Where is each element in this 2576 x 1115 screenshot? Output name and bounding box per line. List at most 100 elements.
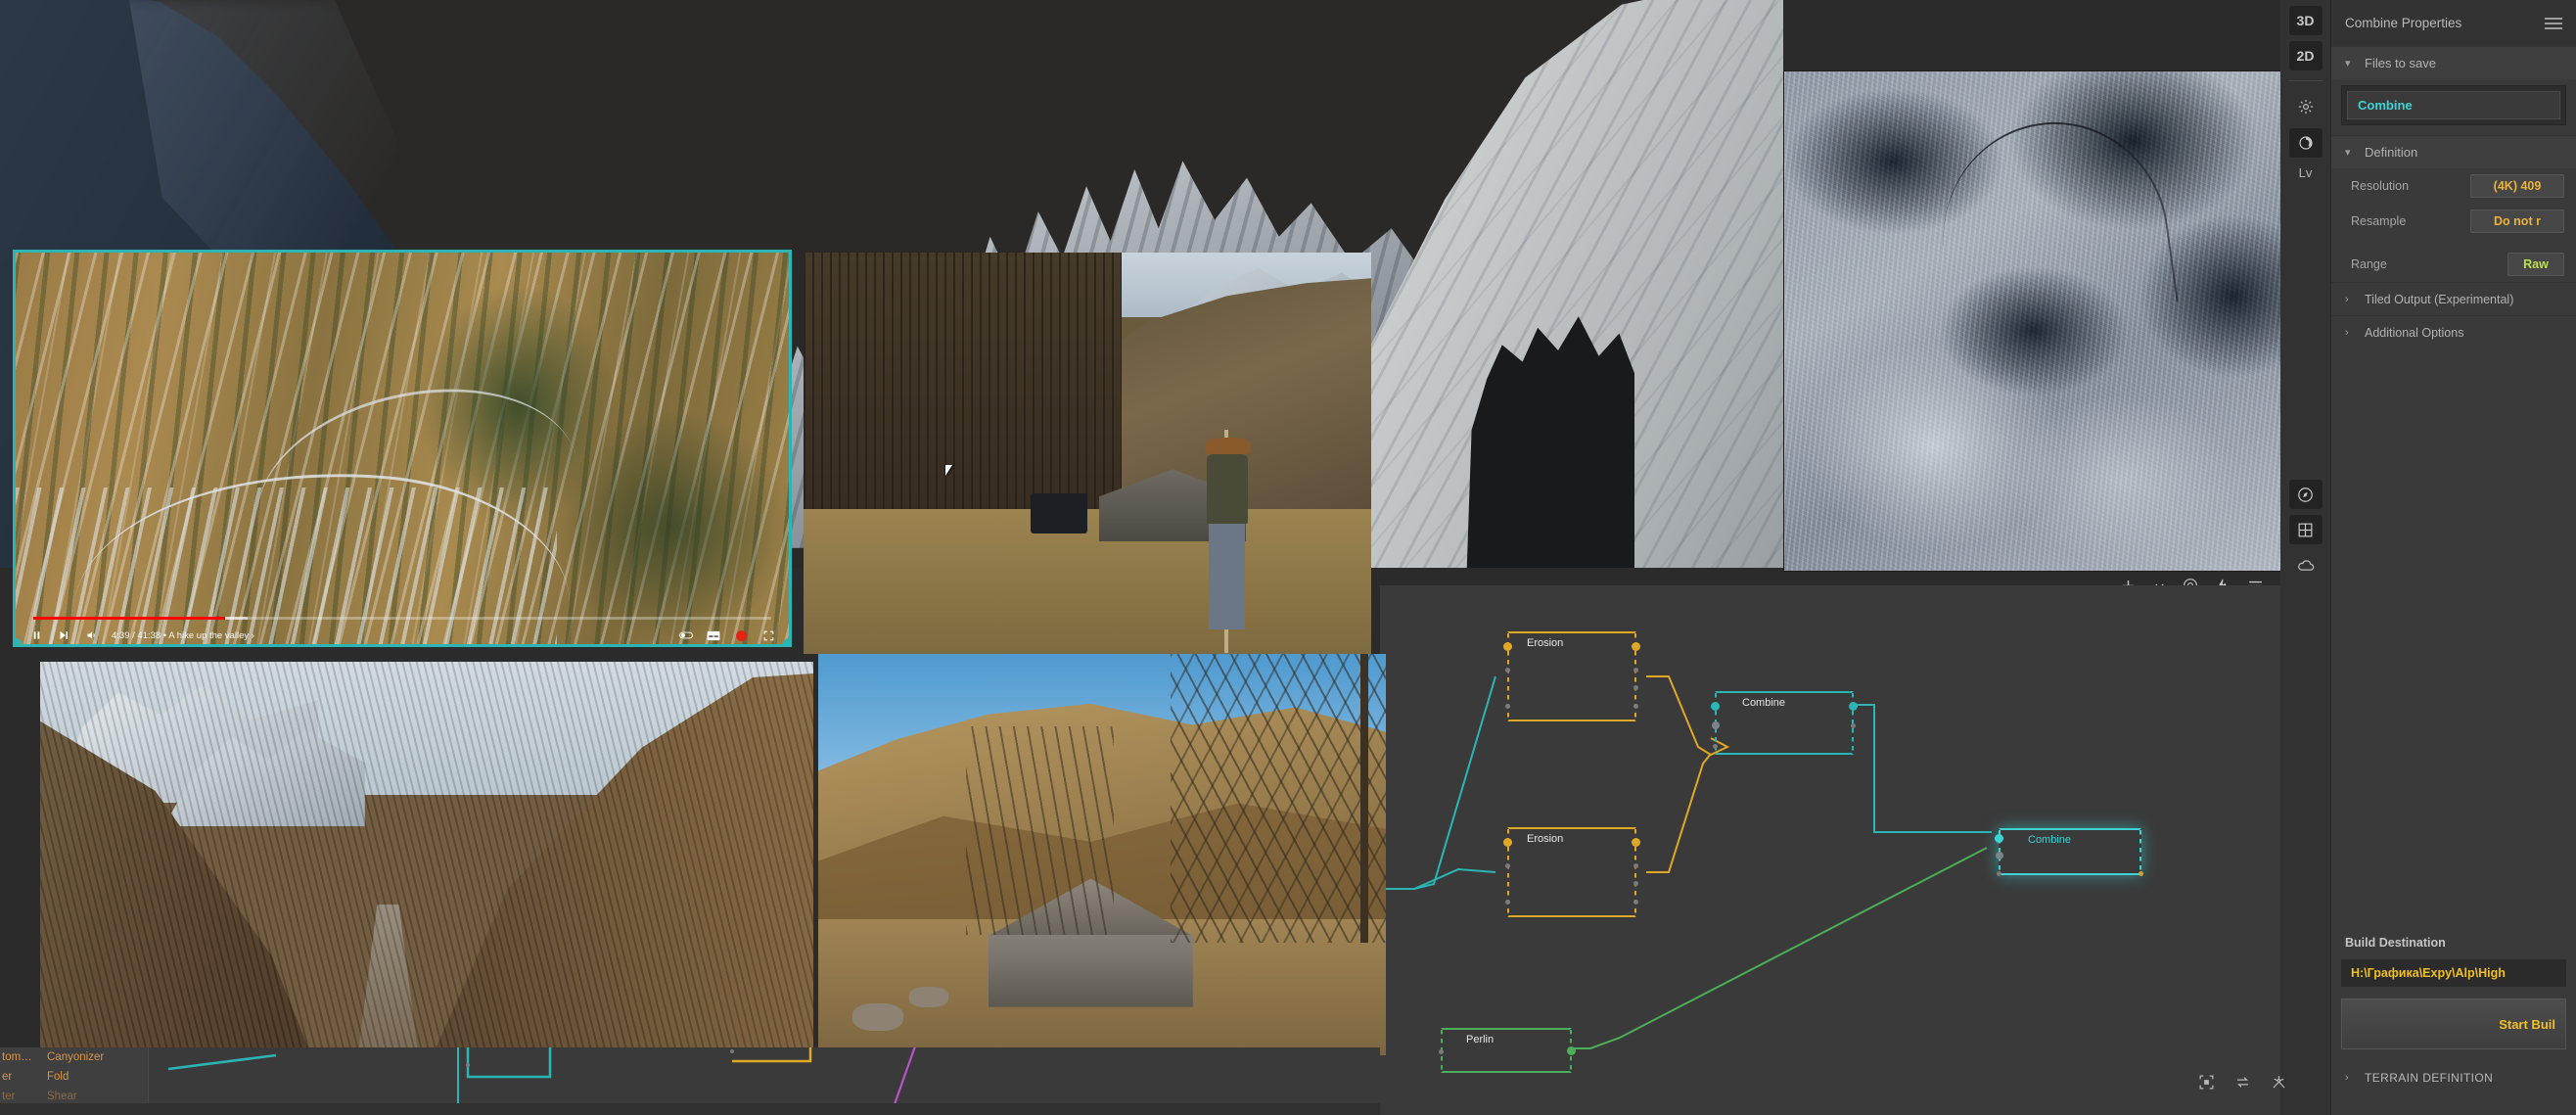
settings-icon[interactable] bbox=[734, 628, 748, 642]
node-output-port[interactable] bbox=[1632, 642, 1640, 651]
node-port-secondary[interactable] bbox=[1505, 863, 1510, 868]
node-port-secondary[interactable] bbox=[1633, 668, 1638, 673]
node-input-port[interactable] bbox=[1711, 702, 1720, 711]
node-output-port[interactable] bbox=[1632, 838, 1640, 847]
node-port-secondary[interactable] bbox=[1633, 685, 1638, 690]
node-label: Erosion bbox=[1527, 637, 1564, 649]
node-menu-right-label: Shear bbox=[47, 1091, 77, 1102]
section-definition[interactable]: ▾ Definition bbox=[2331, 135, 2576, 168]
grid-icon[interactable] bbox=[2288, 515, 2323, 544]
node-library-menu[interactable]: tom… Canyonizer er Fold ter Shear bbox=[0, 1047, 149, 1106]
bare-tree bbox=[1170, 654, 1386, 944]
video-valley-overview[interactable] bbox=[40, 662, 813, 1053]
next-icon[interactable] bbox=[57, 628, 70, 642]
node-input-port-secondary[interactable] bbox=[1712, 721, 1720, 729]
properties-header: Combine Properties bbox=[2331, 0, 2576, 46]
fit-to-view-icon[interactable] bbox=[2197, 1073, 2216, 1092]
bottom-node-strip: tom… Canyonizer er Fold ter Shear bbox=[0, 1047, 1380, 1115]
section-label: Definition bbox=[2365, 145, 2418, 160]
node-menu-left-label: er bbox=[2, 1071, 13, 1083]
start-build-button[interactable]: Start Buil bbox=[2341, 999, 2566, 1049]
mouse-cursor bbox=[945, 465, 956, 477]
node-port-secondary[interactable] bbox=[1439, 1049, 1444, 1054]
video-man-walking[interactable] bbox=[804, 253, 1371, 654]
resize-handle-bottom-right[interactable] bbox=[783, 638, 789, 644]
vegetation-patch bbox=[557, 409, 789, 644]
section-label: TERRAIN DEFINITION bbox=[2365, 1071, 2494, 1085]
subtitles-icon[interactable] bbox=[707, 628, 720, 642]
node-combine-selected[interactable]: Combine bbox=[1995, 828, 2143, 876]
node-output-port-secondary[interactable] bbox=[2139, 871, 2143, 876]
video-aerial-terrain[interactable]: 4:39 / 41:38 • A hike up the valley › bbox=[16, 253, 789, 644]
node-graph-canvas[interactable]: Erosion Erosion Combine Combine Perlin bbox=[1380, 585, 2280, 1115]
video-frame bbox=[16, 253, 789, 644]
section-additional-options[interactable]: › Additional Options bbox=[2331, 315, 2576, 348]
node-input-port[interactable] bbox=[1503, 642, 1512, 651]
build-destination-path[interactable]: H:\Графика\Expy\Alp\High bbox=[2341, 959, 2566, 987]
sun-icon[interactable] bbox=[2289, 91, 2323, 122]
fullscreen-icon[interactable] bbox=[761, 628, 775, 642]
file-item-combine[interactable]: Combine bbox=[2347, 91, 2560, 119]
video-stone-house[interactable] bbox=[818, 654, 1386, 1055]
node-output-port[interactable] bbox=[1849, 702, 1858, 711]
node-output-port[interactable] bbox=[1567, 1046, 1576, 1055]
progress-buffered bbox=[225, 617, 248, 620]
parked-vehicle bbox=[1031, 493, 1087, 534]
node-port-secondary[interactable] bbox=[1713, 744, 1718, 749]
section-tiled-output[interactable]: › Tiled Output (Experimental) bbox=[2331, 282, 2576, 315]
pause-icon[interactable] bbox=[29, 628, 43, 642]
align-nodes-icon[interactable] bbox=[2270, 1073, 2288, 1092]
section-files-to-save[interactable]: ▾ Files to save bbox=[2331, 46, 2576, 79]
swap-icon[interactable] bbox=[2233, 1073, 2252, 1092]
section-terrain-definition[interactable]: › TERRAIN DEFINITION bbox=[2331, 1061, 2576, 1094]
node-menu-left-label: tom… bbox=[2, 1051, 32, 1063]
resolution-value[interactable]: (4K) 409 bbox=[2470, 174, 2564, 198]
preview-2d[interactable] bbox=[1783, 70, 2284, 572]
node-combine-middle[interactable]: Combine bbox=[1711, 691, 1858, 755]
node-port-secondary[interactable] bbox=[1633, 704, 1638, 709]
list-item[interactable]: tom… Canyonizer bbox=[0, 1047, 148, 1067]
node-label: Combine bbox=[1742, 697, 1786, 709]
bare-tree bbox=[965, 725, 1114, 935]
dry-grass-field bbox=[804, 509, 1371, 654]
node-perlin[interactable]: Perlin bbox=[1439, 1028, 1576, 1073]
range-label: Range bbox=[2351, 257, 2387, 271]
resolution-label: Resolution bbox=[2351, 179, 2410, 193]
compass-icon[interactable] bbox=[2288, 480, 2323, 509]
terrain-texture bbox=[40, 662, 813, 1053]
node-input-port[interactable] bbox=[1503, 838, 1512, 847]
video-title[interactable]: A hike up the valley bbox=[168, 630, 249, 641]
volume-icon[interactable] bbox=[84, 628, 98, 642]
node-input-port-secondary[interactable] bbox=[1996, 852, 2003, 859]
row-range: Range Raw bbox=[2331, 239, 2576, 282]
node-input-port[interactable] bbox=[1995, 834, 2003, 843]
video-separator: • bbox=[162, 629, 167, 641]
node-port-secondary[interactable] bbox=[1633, 900, 1638, 905]
build-destination-label: Build Destination bbox=[2345, 936, 2446, 950]
section-label: Additional Options bbox=[2365, 325, 2464, 340]
node-label: Erosion bbox=[1527, 833, 1564, 845]
status-bar bbox=[0, 1103, 1380, 1115]
view-mode-3d-button[interactable]: 3D bbox=[2288, 6, 2323, 35]
aperture-icon[interactable] bbox=[2288, 128, 2323, 158]
cloud-icon[interactable] bbox=[2289, 550, 2323, 581]
resample-value[interactable]: Do not r bbox=[2470, 209, 2564, 233]
node-port-secondary[interactable] bbox=[1505, 704, 1510, 709]
node-port-secondary[interactable] bbox=[1633, 863, 1638, 868]
hamburger-icon[interactable] bbox=[2545, 15, 2562, 32]
row-resolution: Resolution (4K) 409 bbox=[2331, 168, 2576, 204]
node-erosion-top[interactable]: Erosion bbox=[1503, 631, 1640, 721]
range-value[interactable]: Raw bbox=[2507, 253, 2564, 276]
node-port-secondary[interactable] bbox=[1851, 723, 1856, 728]
autoplay-icon[interactable] bbox=[679, 628, 693, 642]
node-port-secondary[interactable] bbox=[1505, 900, 1510, 905]
node-port-secondary[interactable] bbox=[1997, 871, 2001, 876]
node-port-secondary[interactable] bbox=[1633, 881, 1638, 886]
list-item[interactable]: er Fold bbox=[0, 1067, 148, 1087]
progress-bar[interactable] bbox=[33, 617, 771, 620]
node-port-secondary[interactable] bbox=[1505, 668, 1510, 673]
video-time: 4:39 / 41:38 bbox=[112, 629, 161, 641]
view-mode-2d-button[interactable]: 2D bbox=[2288, 41, 2323, 70]
node-erosion-bottom[interactable]: Erosion bbox=[1503, 827, 1640, 917]
chevron-right-icon: › bbox=[2345, 293, 2349, 305]
